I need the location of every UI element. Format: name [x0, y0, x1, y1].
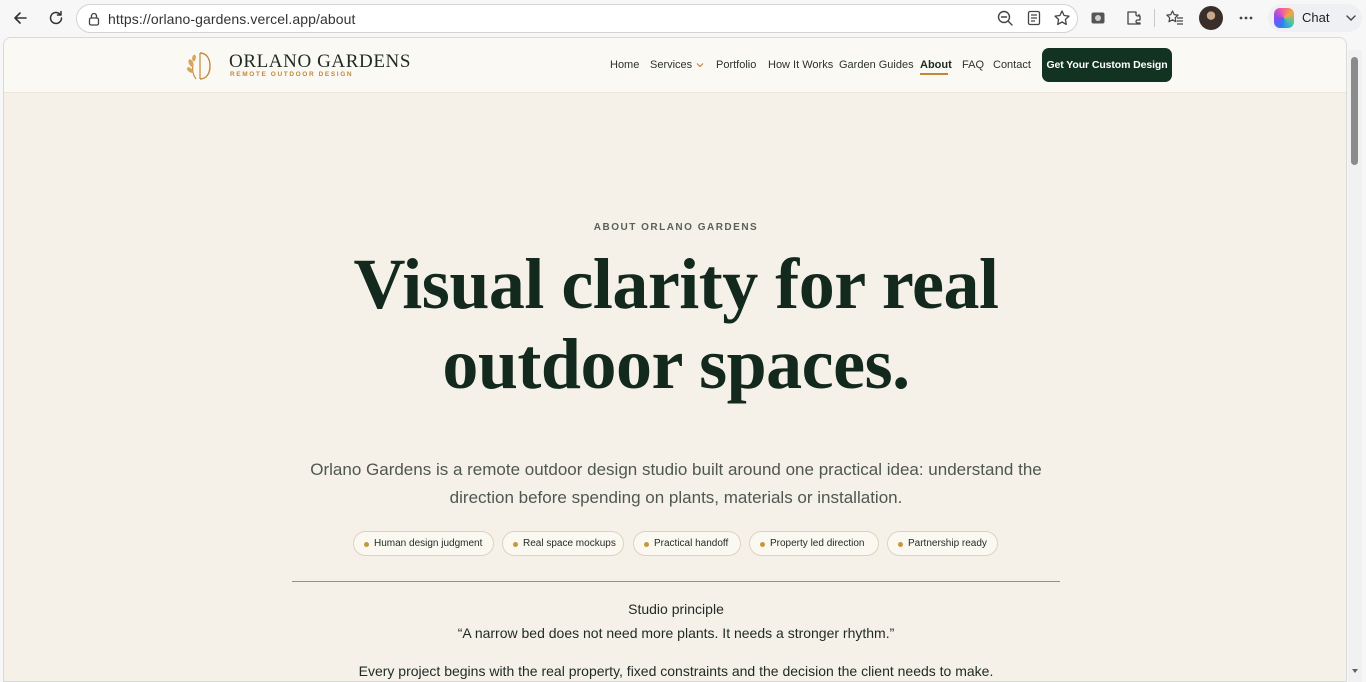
reader-mode-icon[interactable] — [1025, 9, 1043, 27]
logo-leaf-icon[interactable] — [185, 49, 215, 83]
tag-pill: Practical handoff — [633, 531, 741, 556]
refresh-icon[interactable] — [44, 6, 68, 30]
nav-garden-guides[interactable]: Garden Guides — [839, 59, 914, 71]
page-title: Visual clarity for real outdoor spaces. — [4, 244, 1346, 404]
browser-toolbar: https://orlano-gardens.vercel.app/about … — [0, 0, 1366, 37]
chevron-down-icon[interactable] — [696, 62, 704, 68]
tag-label: Property led direction — [770, 538, 865, 549]
more-options-icon[interactable] — [1237, 9, 1255, 27]
bullet-dot-icon — [760, 542, 765, 547]
profile-avatar[interactable] — [1199, 6, 1223, 30]
address-bar[interactable]: https://orlano-gardens.vercel.app/about — [76, 4, 1078, 33]
copilot-chat-button[interactable]: Chat — [1268, 4, 1362, 32]
site-header: ORLANO GARDENS REMOTE OUTDOOR DESIGN Hom… — [4, 38, 1346, 93]
nav-portfolio[interactable]: Portfolio — [716, 59, 756, 71]
tag-label: Real space mockups — [523, 538, 616, 549]
principle-label: Studio principle — [628, 601, 724, 617]
principle-quote: “A narrow bed does not need more plants.… — [457, 625, 895, 641]
bullet-dot-icon — [644, 542, 649, 547]
lock-icon[interactable] — [86, 11, 102, 27]
hero-lead: Orlano Gardens is a remote outdoor desig… — [296, 456, 1056, 512]
hero-lead-line-1: Orlano Gardens is a remote outdoor desig… — [310, 460, 1042, 479]
brand-name[interactable]: ORLANO GARDENS — [229, 51, 411, 73]
get-custom-design-button[interactable]: Get Your Custom Design — [1042, 48, 1172, 82]
nav-services[interactable]: Services — [650, 59, 692, 71]
brand-tagline: REMOTE OUTDOOR DESIGN — [230, 71, 354, 78]
section-divider — [292, 581, 1060, 582]
screenshot-icon[interactable] — [1089, 9, 1107, 27]
page-viewport: ORLANO GARDENS REMOTE OUTDOOR DESIGN Hom… — [3, 37, 1347, 682]
chat-label: Chat — [1302, 10, 1330, 25]
page-title-line-2: outdoor spaces. — [442, 324, 910, 404]
tag-pill: Human design judgment — [353, 531, 494, 556]
back-icon[interactable] — [8, 6, 32, 30]
url-text[interactable]: https://orlano-gardens.vercel.app/about — [108, 11, 356, 27]
nav-how-it-works[interactable]: How It Works — [768, 59, 833, 71]
tag-label: Human design judgment — [374, 538, 483, 549]
page-title-line-1: Visual clarity for real — [353, 244, 999, 324]
extensions-icon[interactable] — [1125, 9, 1143, 27]
chevron-down-icon — [1346, 15, 1356, 21]
nav-about[interactable]: About — [920, 59, 952, 71]
tag-pill: Real space mockups — [502, 531, 624, 556]
eyebrow-label: ABOUT ORLANO GARDENS — [593, 222, 759, 233]
active-nav-underline — [920, 73, 948, 75]
bullet-dot-icon — [513, 542, 518, 547]
nav-home[interactable]: Home — [610, 59, 639, 71]
favorites-icon[interactable] — [1166, 9, 1184, 27]
nav-contact[interactable]: Contact — [993, 59, 1031, 71]
tag-pill: Property led direction — [749, 531, 879, 556]
favorite-star-icon[interactable] — [1053, 9, 1071, 27]
toolbar-divider — [1154, 9, 1155, 27]
tag-label: Practical handoff — [654, 538, 729, 549]
zoom-icon[interactable] — [996, 9, 1014, 27]
bullet-dot-icon — [364, 542, 369, 547]
scrollbar-thumb[interactable] — [1351, 57, 1358, 165]
hero-lead-line-2: direction before spending on plants, mat… — [449, 488, 903, 507]
tag-pill: Partnership ready — [887, 531, 998, 556]
nav-faq[interactable]: FAQ — [962, 59, 984, 71]
scroll-down-arrow-icon[interactable] — [1351, 668, 1359, 674]
principle-body: Every project begins with the real prope… — [358, 663, 994, 679]
tag-label: Partnership ready — [908, 538, 987, 549]
copilot-icon — [1274, 8, 1294, 28]
bullet-dot-icon — [898, 542, 903, 547]
